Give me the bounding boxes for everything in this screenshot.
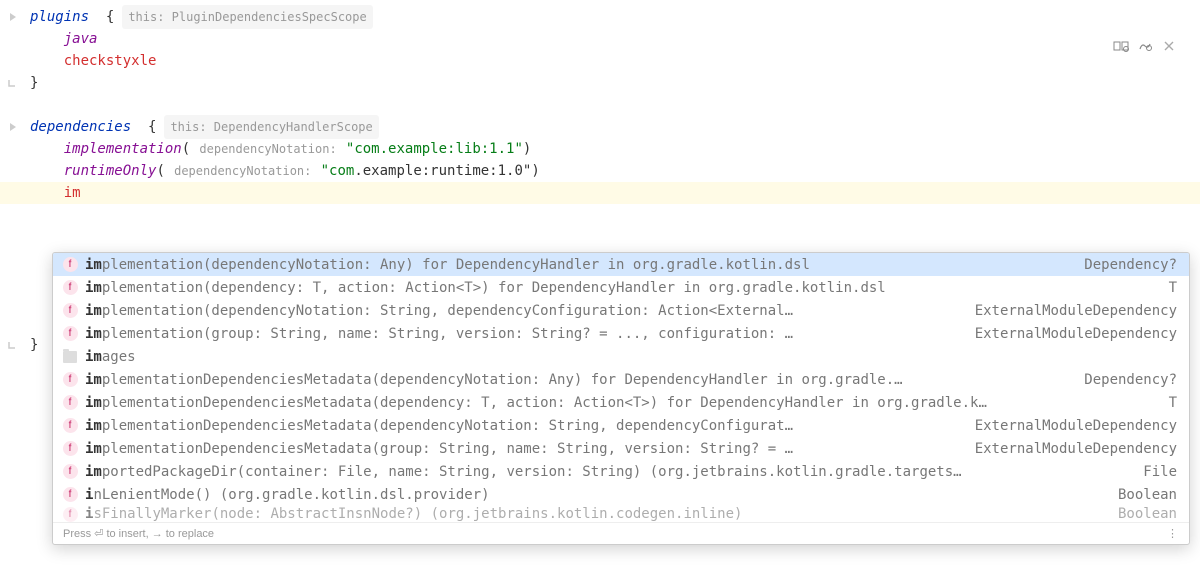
completion-return-type: T — [1153, 280, 1177, 296]
keyword-dependencies: dependencies — [30, 116, 131, 138]
function-icon: f — [61, 440, 79, 458]
completion-label: importedPackageDir(container: File, name… — [85, 464, 1127, 480]
inlay-hint: this: PluginDependenciesSpecScope — [122, 5, 372, 29]
fold-end-marker[interactable] — [8, 340, 30, 350]
completion-item[interactable]: f inLenientMode() (org.gradle.kotlin.dsl.… — [53, 483, 1189, 506]
close-icon[interactable] — [1160, 38, 1178, 54]
completion-label: implementation(dependencyNotation: Strin… — [85, 303, 959, 319]
string-literal: "com.example:lib:1.1" — [346, 138, 523, 160]
completion-return-type: ExternalModuleDependency — [959, 326, 1177, 342]
completion-item[interactable]: f implementation(dependencyNotation: Stri… — [53, 299, 1189, 322]
function-icon: f — [61, 302, 79, 320]
completion-return-type: Boolean — [1102, 506, 1177, 522]
completion-item[interactable]: f implementationDependenciesMetadata(depe… — [53, 414, 1189, 437]
completion-return-type: T — [1153, 395, 1177, 411]
completion-return-type: Dependency? — [1068, 257, 1177, 273]
completion-label: implementationDependenciesMetadata(group… — [85, 441, 959, 457]
completion-label: implementation(dependencyNotation: Any) … — [85, 257, 1068, 273]
fold-marker[interactable] — [8, 122, 30, 132]
completion-label: inLenientMode() (org.gradle.kotlin.dsl.p… — [85, 487, 1102, 503]
popup-footer: Press ⏎ to insert, → to replace ⋮ — [53, 522, 1189, 544]
fold-end-marker[interactable] — [8, 78, 30, 88]
function-icon: f — [61, 486, 79, 504]
completion-label: isFinallyMarker(node: AbstractInsnNode?)… — [85, 506, 1102, 522]
completion-return-type: Dependency? — [1068, 372, 1177, 388]
completion-item[interactable]: f implementation(group: String, name: Str… — [53, 322, 1189, 345]
more-icon[interactable]: ⋮ — [1167, 527, 1179, 540]
completion-label: implementationDependenciesMetadata(depen… — [85, 395, 1153, 411]
completion-item[interactable]: f implementationDependenciesMetadata(depe… — [53, 391, 1189, 414]
fold-marker[interactable] — [8, 12, 30, 22]
completion-item[interactable]: images — [53, 345, 1189, 368]
completion-label: images — [85, 349, 1177, 365]
completion-label: implementation(group: String, name: Stri… — [85, 326, 959, 342]
popup-hint: Press ⏎ to insert, → to replace — [63, 527, 214, 540]
completion-label: implementationDependenciesMetadata(depen… — [85, 372, 1068, 388]
completion-label: implementation(dependency: T, action: Ac… — [85, 280, 1153, 296]
completion-label: implementationDependenciesMetadata(depen… — [85, 418, 959, 434]
function-icon: f — [61, 506, 79, 522]
folder-icon — [61, 348, 79, 366]
param-hint: dependencyNotation: — [165, 160, 321, 182]
call-implementation: implementation — [64, 138, 182, 160]
plugin-error-checkstyxle: checkstyxle — [64, 50, 157, 72]
param-hint: dependencyNotation: — [190, 138, 346, 160]
function-icon: f — [61, 463, 79, 481]
function-icon: f — [61, 371, 79, 389]
completion-return-type: File — [1127, 464, 1177, 480]
editor-toolbar — [1112, 38, 1178, 54]
completion-return-type: Boolean — [1102, 487, 1177, 503]
function-icon: f — [61, 256, 79, 274]
inlay-hint: this: DependencyHandlerScope — [164, 115, 378, 139]
function-icon: f — [61, 279, 79, 297]
completion-item[interactable]: f implementationDependenciesMetadata(grou… — [53, 437, 1189, 460]
keyword-plugins: plugins — [30, 6, 89, 28]
completion-item[interactable]: f implementationDependenciesMetadata(depe… — [53, 368, 1189, 391]
inspections-icon[interactable] — [1136, 38, 1154, 54]
typed-text: im — [64, 182, 81, 204]
function-icon: f — [61, 325, 79, 343]
completion-return-type: ExternalModuleDependency — [959, 303, 1177, 319]
completion-item[interactable]: f importedPackageDir(container: File, nam… — [53, 460, 1189, 483]
completion-return-type: ExternalModuleDependency — [959, 441, 1177, 457]
completion-item[interactable]: f implementation(dependencyNotation: Any)… — [53, 253, 1189, 276]
completion-item[interactable]: f implementation(dependency: T, action: A… — [53, 276, 1189, 299]
function-icon: f — [61, 417, 79, 435]
reader-mode-icon[interactable] — [1112, 38, 1130, 54]
completion-item[interactable]: f isFinallyMarker(node: AbstractInsnNode?… — [53, 506, 1189, 522]
plugin-java: java — [64, 28, 98, 50]
call-runtimeonly: runtimeOnly — [64, 160, 157, 182]
active-line[interactable]: im — [0, 182, 1200, 204]
function-icon: f — [61, 394, 79, 412]
completion-popup[interactable]: f implementation(dependencyNotation: Any)… — [52, 252, 1190, 545]
completion-return-type: ExternalModuleDependency — [959, 418, 1177, 434]
